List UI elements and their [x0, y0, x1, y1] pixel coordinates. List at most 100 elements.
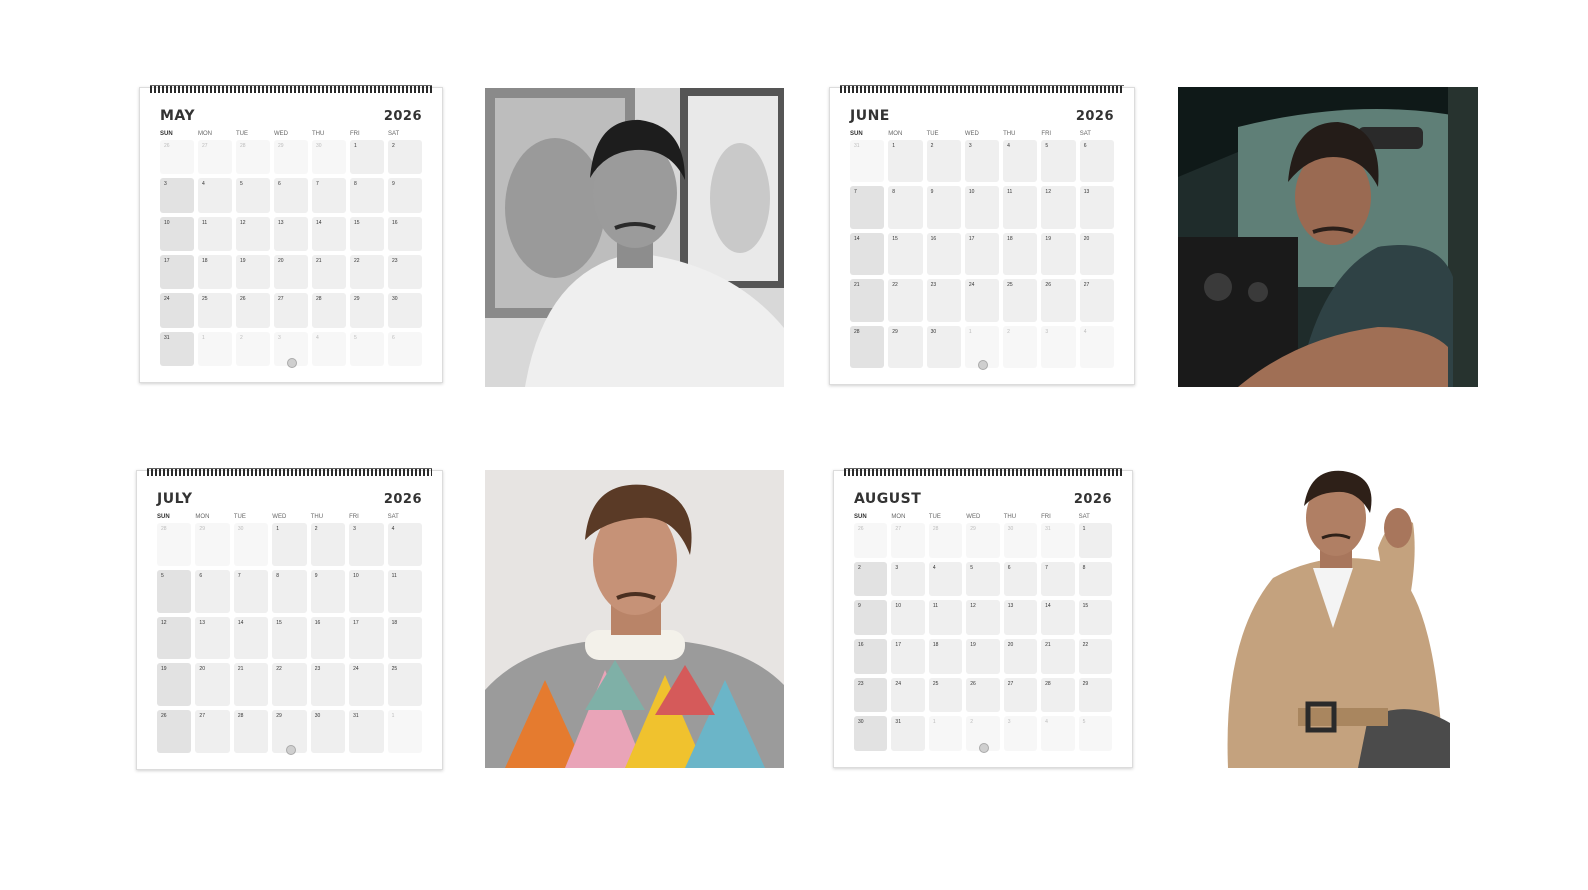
day-cell: 13 — [1079, 186, 1114, 229]
calendar-year: 2026 — [383, 492, 422, 507]
day-cell: 14 — [850, 232, 885, 276]
day-number: 19 — [1045, 235, 1051, 242]
day-cell: 30 — [233, 523, 269, 566]
day-number: 4 — [202, 181, 205, 188]
day-cell: 27 — [1003, 677, 1038, 713]
day-cell: 20 — [1003, 639, 1038, 674]
calendar-year: 2026 — [1073, 492, 1112, 507]
day-grid: 26 27 28 29 30 31 1 2 3 4 5 6 7 8 9 10 11 12 13 14 15 16 17 18 1… — [854, 523, 1112, 751]
day-number: 29 — [278, 143, 284, 149]
day-cell: 28 — [157, 523, 192, 566]
weekday-label: FRI — [1041, 514, 1051, 520]
day-number: 20 — [1007, 642, 1014, 648]
day-cell: 26 — [966, 677, 1000, 713]
day-cell: 19 — [236, 254, 270, 290]
day-cell: 29 — [888, 325, 923, 368]
day-cell: 25 — [387, 663, 422, 707]
day-number: 17 — [353, 619, 359, 626]
day-cell: 25 — [928, 677, 963, 713]
day-cell: 4 — [1079, 325, 1114, 368]
day-cell: 12 — [966, 600, 1000, 635]
calendar-header: AUGUST 2026 — [854, 491, 1112, 507]
day-cell: 20 — [274, 254, 308, 290]
weekday-label: TUE — [928, 514, 941, 520]
day-number: 17 — [895, 642, 901, 648]
day-number: 22 — [892, 282, 898, 289]
day-cell: 30 — [926, 325, 961, 368]
calendar-june-2026: JUNE 2026 SUN MON TUE WED THU FRI SAT 31 1 2 3 4 5 6… — [829, 85, 1135, 385]
day-cell: 2 — [926, 140, 961, 183]
day-cell: 29 — [195, 523, 230, 566]
day-cell: 27 — [195, 710, 230, 753]
day-number: 4 — [1007, 143, 1010, 149]
calendar-header: JULY 2026 — [157, 491, 422, 507]
day-cell: 4 — [928, 561, 963, 597]
day-number: 26 — [1045, 282, 1051, 289]
day-cell: 11 — [387, 569, 422, 613]
hanger-hole — [285, 745, 296, 755]
day-cell: 10 — [891, 600, 925, 635]
day-cell: 5 — [236, 178, 270, 213]
day-number: 26 — [858, 526, 864, 532]
calendar-header: JUNE 2026 — [850, 108, 1114, 124]
day-number: 1 — [892, 143, 896, 149]
day-cell: 27 — [891, 523, 925, 558]
day-cell: 25 — [198, 293, 232, 328]
day-number: 10 — [164, 219, 170, 226]
day-cell: 31 — [891, 716, 925, 751]
day-number: 21 — [854, 282, 860, 289]
day-cell: 14 — [233, 616, 269, 660]
day-number: 31 — [164, 334, 170, 341]
weekday-label: TUE — [926, 131, 939, 137]
day-number: 29 — [892, 328, 898, 335]
day-cell: 12 — [1041, 186, 1076, 229]
day-cell: 31 — [850, 140, 885, 183]
day-number: 28 — [237, 713, 244, 720]
day-cell: 18 — [198, 254, 232, 290]
day-number: 2 — [1007, 328, 1010, 335]
day-number: 11 — [1007, 189, 1013, 196]
day-cell: 2 — [854, 561, 888, 597]
day-number: 26 — [164, 143, 170, 149]
weekday-label: MON — [198, 131, 212, 137]
day-number: 20 — [1083, 235, 1090, 242]
calendar-month-title: AUGUST — [854, 491, 922, 507]
day-cell: 19 — [157, 663, 192, 707]
day-cell: 29 — [350, 293, 384, 328]
day-cell: 30 — [854, 716, 888, 751]
weekday-label: MON — [888, 131, 903, 137]
photo-trench-coat-portrait — [1218, 468, 1450, 768]
day-number: 10 — [968, 189, 975, 196]
day-cell: 22 — [888, 279, 923, 322]
day-cell: 3 — [349, 523, 384, 566]
day-number: 24 — [968, 282, 975, 289]
day-cell: 23 — [388, 254, 422, 290]
day-number: 3 — [1007, 719, 1011, 726]
day-number: 6 — [1083, 143, 1087, 149]
day-cell: 1 — [888, 140, 923, 183]
day-number: 23 — [314, 666, 321, 673]
day-number: 15 — [354, 219, 360, 226]
day-number: 22 — [276, 666, 282, 673]
day-cell: 5 — [1078, 716, 1112, 751]
day-cell: 2 — [1003, 325, 1038, 368]
day-grid: 31 1 2 3 4 5 6 7 8 9 10 11 12 13 14 15 16 17 18 19 20 21 22 23 2… — [850, 140, 1114, 368]
day-number: 6 — [1007, 564, 1011, 571]
day-number: 1 — [968, 328, 972, 335]
day-number: 6 — [392, 334, 395, 341]
calendar-month-title: MAY — [160, 108, 196, 124]
day-number: 25 — [202, 296, 208, 303]
day-number: 23 — [930, 282, 937, 289]
weekday-label: SAT — [388, 131, 400, 137]
day-cell: 26 — [236, 293, 270, 328]
day-cell: 11 — [198, 216, 232, 251]
day-cell: 1 — [272, 523, 307, 566]
day-number: 18 — [391, 619, 398, 626]
day-cell: 16 — [388, 216, 422, 251]
day-number: 29 — [970, 526, 976, 532]
weekday-header: SUN MON TUE WED THU FRI SAT — [854, 514, 1112, 520]
photo-image — [485, 470, 784, 768]
day-number: 12 — [1045, 189, 1051, 196]
day-number: 7 — [316, 181, 319, 188]
day-number: 27 — [199, 713, 205, 720]
